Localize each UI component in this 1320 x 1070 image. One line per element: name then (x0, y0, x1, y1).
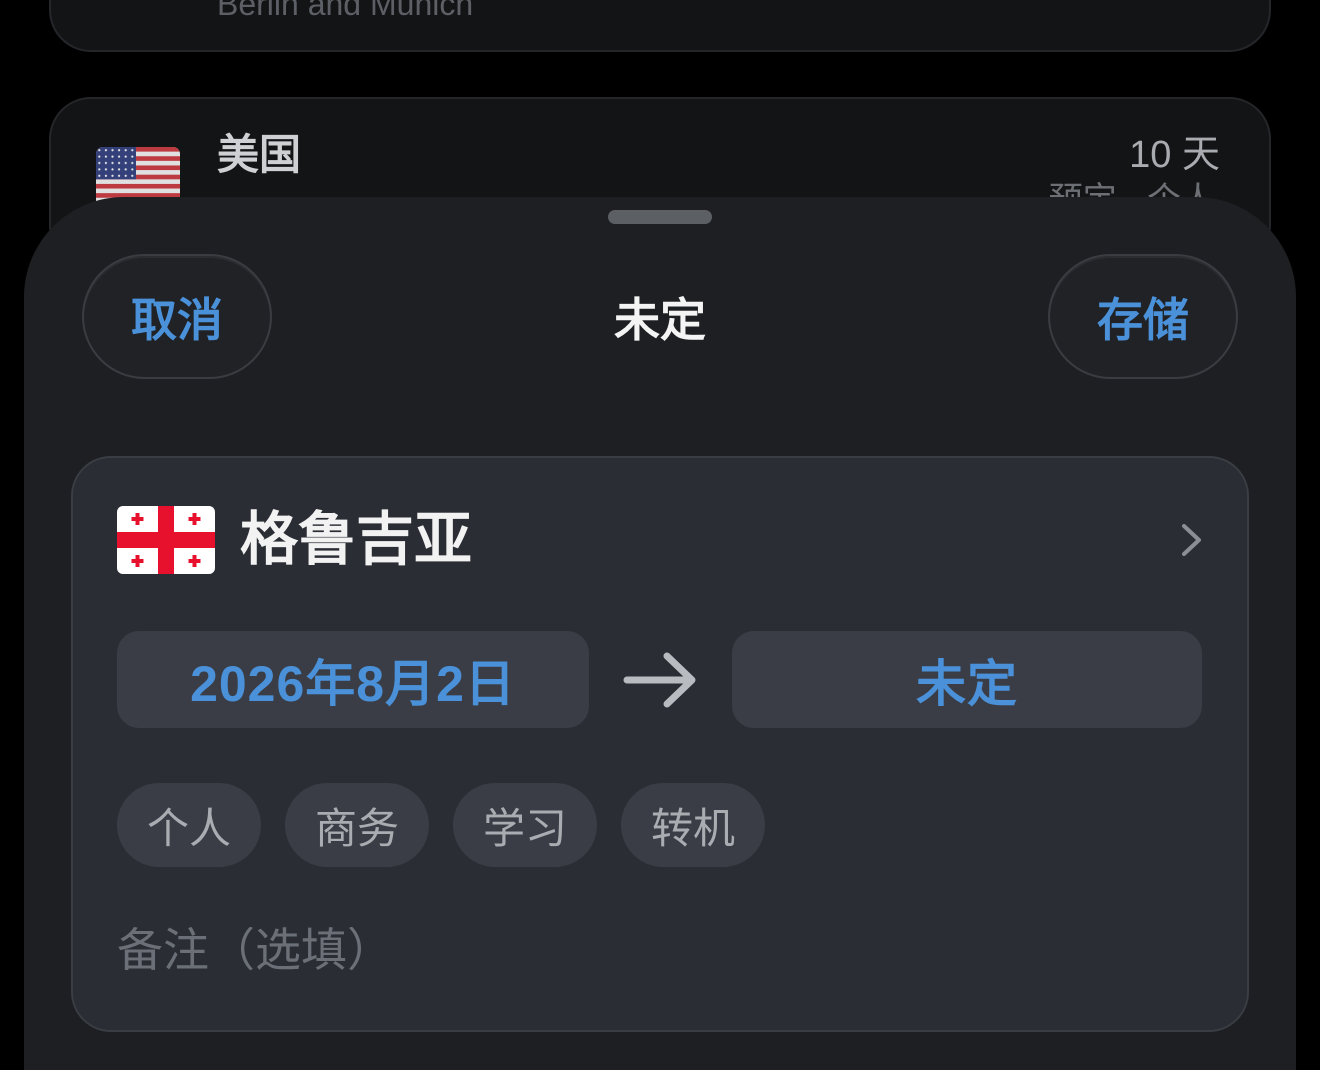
end-date-button[interactable]: 未定 (732, 631, 1202, 728)
trip-card-title: 美国 (217, 131, 302, 178)
start-date-button[interactable]: 2026年8月2日 (117, 631, 589, 728)
tag-business[interactable]: 商务 (285, 783, 429, 867)
save-button[interactable]: 存储 (1048, 254, 1238, 379)
trip-form-card: 格鲁吉亚 2026年8月2日 未定 个人 商务 学习 转机 (71, 456, 1249, 1032)
tag-transit[interactable]: 转机 (621, 783, 765, 867)
trip-duration: 10 天 (1129, 134, 1220, 176)
purpose-tags: 个人 商务 学习 转机 (117, 783, 765, 867)
sheet-grabber[interactable] (608, 210, 712, 224)
tag-study[interactable]: 学习 (453, 783, 597, 867)
trip-card-berlin[interactable]: Berlin and Munich (49, 0, 1271, 52)
edit-trip-sheet: 取消 未定 存储 格鲁吉亚 2026年8月2日 未定 个人 商务 学习 转机 备… (24, 197, 1296, 1070)
country-row[interactable]: 格鲁吉亚 (117, 506, 1202, 574)
georgia-flag-icon (117, 506, 215, 574)
trip-card-subtitle: Berlin and Munich (217, 0, 474, 22)
country-name: 格鲁吉亚 (240, 507, 473, 572)
notes-field[interactable] (117, 927, 1202, 987)
sheet-title: 未定 (614, 293, 706, 346)
cancel-button[interactable]: 取消 (82, 254, 272, 379)
arrow-right-icon (622, 650, 698, 710)
tag-personal[interactable]: 个人 (117, 783, 261, 867)
chevron-right-icon (1180, 523, 1202, 557)
